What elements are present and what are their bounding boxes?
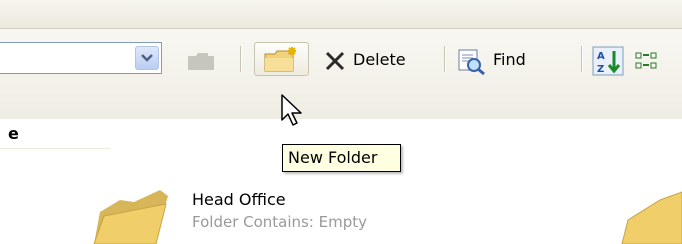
folder-icon (621, 191, 682, 244)
delete-label[interactable]: Delete (353, 50, 406, 69)
svg-text:A: A (597, 51, 605, 62)
find-icon[interactable] (456, 47, 486, 75)
address-combobox[interactable] (0, 42, 162, 74)
folder-icon (93, 190, 168, 244)
view-icon[interactable] (635, 50, 665, 74)
separator (240, 46, 242, 72)
folder-item-title[interactable]: Head Office (192, 190, 286, 209)
up-folder-icon[interactable] (186, 50, 218, 72)
delete-x-icon[interactable] (324, 50, 346, 72)
new-folder-icon (264, 47, 296, 72)
find-label[interactable]: Find (493, 50, 526, 69)
top-strip (0, 0, 682, 29)
svg-text:Z: Z (597, 64, 604, 75)
column-header-name[interactable]: e (8, 124, 19, 143)
column-header-divider (0, 148, 110, 149)
new-folder-tooltip: New Folder (282, 144, 401, 172)
folder-item-subtitle: Folder Contains: Empty (192, 213, 368, 231)
address-dropdown-button[interactable] (135, 46, 159, 70)
mouse-cursor-icon (281, 94, 302, 126)
dropdown-arrow-icon (141, 54, 153, 62)
separator (444, 46, 446, 72)
separator (581, 46, 583, 72)
sort-az-icon[interactable]: A Z (592, 46, 624, 76)
